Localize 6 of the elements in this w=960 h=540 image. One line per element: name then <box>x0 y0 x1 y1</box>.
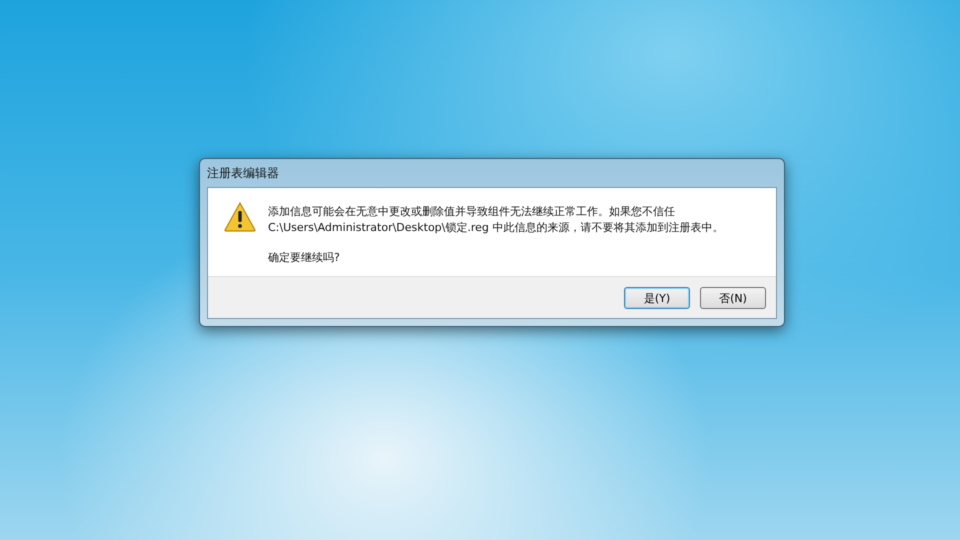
dialog-button[interactable]: 是(Y) <box>624 287 690 309</box>
question-text: 确定要继续吗? <box>268 250 341 266</box>
dialog-button[interactable]: 否(N) <box>700 287 766 309</box>
window-title: 注册表编辑器 <box>207 165 280 182</box>
message-text: 添加信息可能会在无意中更改或删除值并导致组件无法继续正常工作。如果您不信任 C:\Users\Administrator\Desktop\锁定.reg 中此信息的来源，请不要将其添加到注册表中。 <box>268 204 724 236</box>
warning-icon <box>224 202 256 232</box>
